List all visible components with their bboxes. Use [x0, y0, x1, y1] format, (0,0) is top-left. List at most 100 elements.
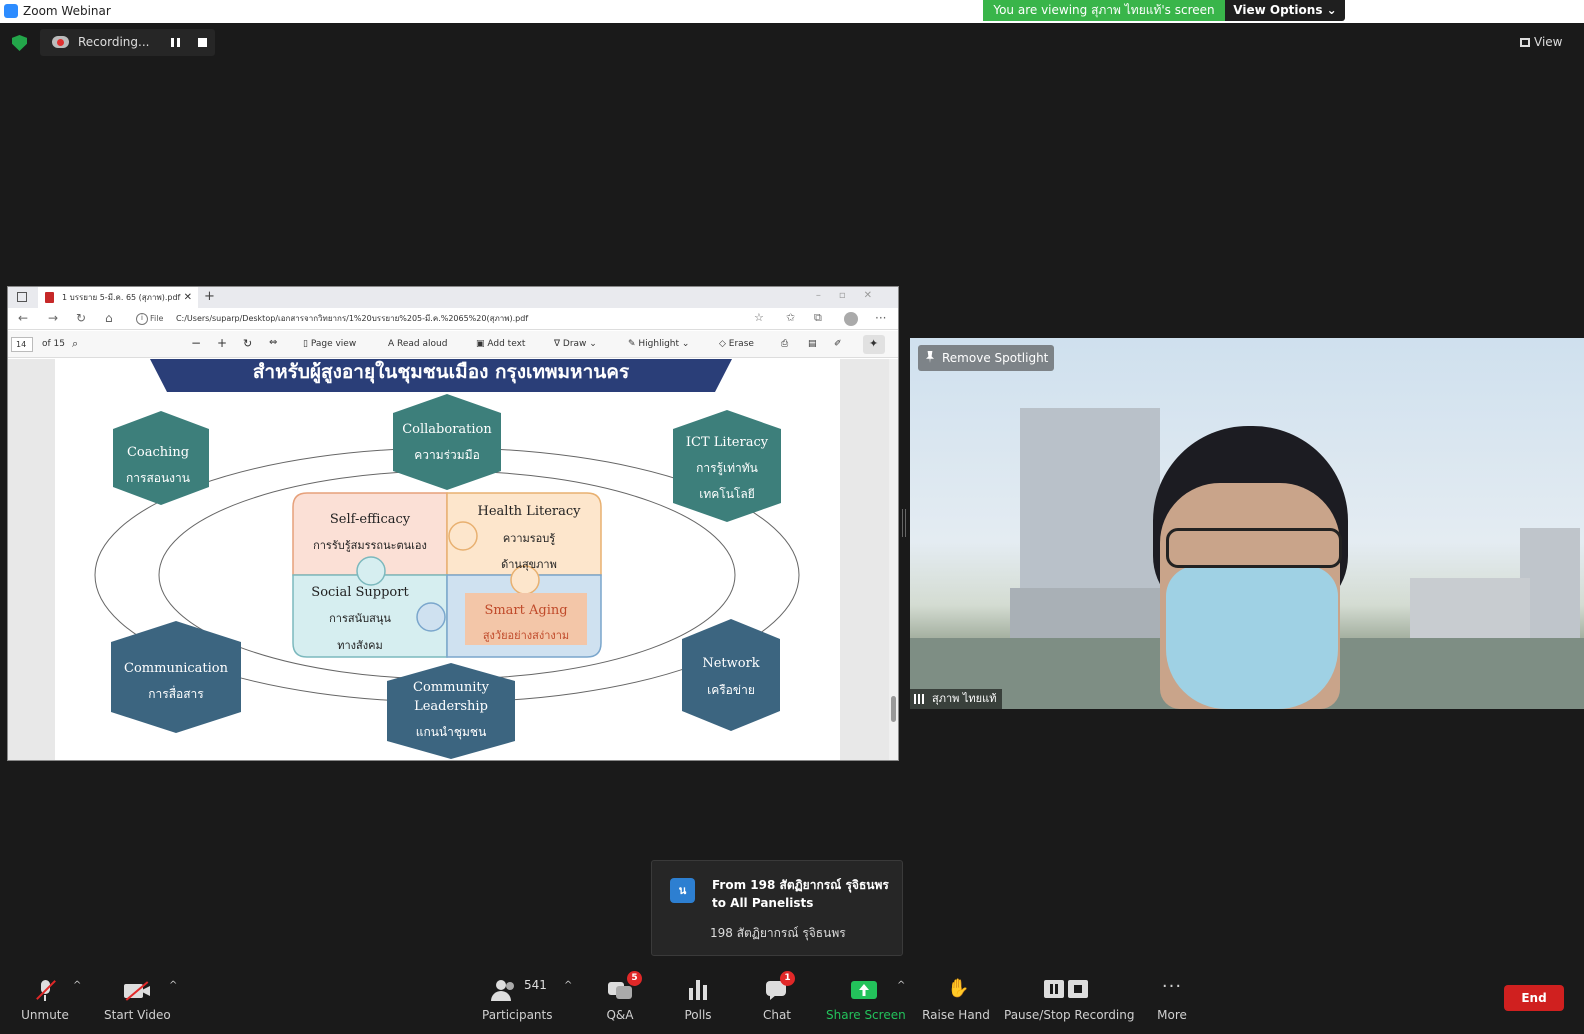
page-view-button[interactable]: ▯ Page view [303, 339, 356, 349]
raise-hand-button[interactable]: ✋ Raise Hand [922, 966, 990, 1022]
health-literacy-en: Health Literacy [478, 504, 582, 519]
home-icon[interactable]: ⌂ [105, 311, 113, 325]
back-icon[interactable]: ← [18, 311, 28, 325]
search-icon[interactable]: ⌕ [72, 337, 78, 351]
pause-recording-icon[interactable] [171, 38, 180, 47]
puzzle-knob [416, 602, 446, 632]
draw-label: Draw [562, 339, 587, 349]
coaching-th: การสอนงาน [126, 471, 190, 485]
qa-icon: 5 [608, 971, 642, 1002]
polls-icon [689, 978, 707, 1002]
pause-stop-recording-button[interactable]: Pause/Stop Recording [1004, 966, 1135, 1022]
chat-icon: 1 [766, 971, 795, 1002]
chat-notification[interactable]: น From 198 สัตฏิยากรณ์ รุจิธนพร to All P… [651, 860, 903, 956]
qa-button[interactable]: 5 Q&A [600, 966, 642, 1022]
zoom-webinar-window: Zoom Webinar You are viewing สุภาพ ไทยแท… [0, 0, 1584, 1034]
zoom-in-icon[interactable]: + [217, 336, 227, 350]
ict-literacy-th2: เทคโนโลยี [699, 487, 755, 501]
pdf-toolbar: 14 of 15 ⌕ − + ↻ ⇔ ▯ Page view A Read al… [8, 331, 898, 358]
zoom-out-icon[interactable]: − [191, 336, 201, 350]
tab-title: 1 บรรยาย 5-มี.ค. 65 (สุภาพ).pdf [62, 293, 181, 302]
remove-spotlight-button[interactable]: Remove Spotlight [918, 345, 1055, 371]
pin-toolbar-button[interactable]: ✦ [863, 335, 885, 354]
collaboration-en: Collaboration [402, 422, 492, 437]
favorites-list-icon[interactable]: ✩ [786, 311, 795, 324]
view-options-button[interactable]: View Options ⌄ [1225, 0, 1345, 21]
chat-button[interactable]: 1 Chat [757, 966, 797, 1022]
profile-icon[interactable] [844, 312, 858, 326]
scrollbar-thumb[interactable] [891, 696, 896, 722]
end-button[interactable]: End [1504, 985, 1564, 1011]
hexagon-communication [111, 621, 241, 733]
erase-button[interactable]: ◇ Erase [719, 339, 754, 349]
pin-icon [926, 351, 934, 363]
polls-button[interactable]: Polls [678, 966, 718, 1022]
save-icon[interactable]: ▤ [808, 339, 817, 349]
address-bar: ← → ↻ ⌂ File C:/Users/suparp/Desktop/เอก… [8, 308, 898, 330]
participants-options-caret[interactable]: ^ [564, 980, 572, 991]
browser-tab[interactable]: 1 บรรยาย 5-มี.ค. 65 (สุภาพ).pdf ✕ [38, 287, 198, 308]
qa-label: Q&A [606, 1008, 634, 1022]
rotate-icon[interactable]: ↻ [243, 337, 252, 350]
hexagon-network [682, 619, 780, 731]
panel-splitter-handle[interactable] [902, 509, 906, 537]
draw-button[interactable]: ∇ Draw ⌄ [554, 339, 597, 349]
participants-button[interactable]: 541 Participants [482, 966, 553, 1022]
glasses [1166, 528, 1342, 568]
refresh-icon[interactable]: ↻ [76, 311, 86, 325]
tab-actions-icon[interactable] [17, 292, 27, 302]
page-total: of 15 [42, 339, 65, 349]
highlight-button[interactable]: ✎ Highlight ⌄ [628, 339, 689, 349]
hexagon-collaboration [393, 394, 501, 490]
network-th: เครือข่าย [707, 683, 755, 697]
polls-label: Polls [684, 1008, 712, 1022]
save-as-icon[interactable]: ✐ [834, 339, 842, 349]
pdf-scrollbar[interactable] [889, 359, 898, 760]
fit-page-icon[interactable]: ⇔ [269, 337, 277, 348]
share-screen-button[interactable]: Share Screen [826, 966, 906, 1022]
chat-message: 198 สัตฏิยากรณ์ รุจิธนพร [710, 926, 846, 940]
smart-aging-th: สูงวัยอย่างสง่างาม [483, 629, 569, 642]
share-screen-icon [851, 978, 877, 1002]
audio-options-caret[interactable]: ^ [73, 980, 81, 991]
social-support-en: Social Support [311, 585, 409, 600]
sender-avatar: น [670, 878, 695, 903]
more-button[interactable]: ··· More [1152, 966, 1192, 1023]
viewing-screen-banner: You are viewing สุภาพ ไทยแท้'s screen [983, 0, 1225, 21]
slide-heading: สำหรับผู้สูงอายุในชุมชนเมือง กรุงเทพมหาน… [253, 360, 630, 384]
stop-recording-icon[interactable] [198, 38, 207, 47]
more-options-icon[interactable]: ··· [875, 311, 886, 325]
add-text-button[interactable]: ▣ Add text [476, 339, 525, 349]
url-field[interactable]: File C:/Users/suparp/Desktop/เอกสารจากวิ… [136, 311, 776, 327]
page-number-input[interactable]: 14 [11, 337, 33, 352]
ict-literacy-en: ICT Literacy [686, 435, 769, 450]
communication-th: การสื่อสาร [148, 685, 204, 701]
encryption-shield-icon[interactable] [12, 35, 27, 51]
pause-stop-label: Pause/Stop Recording [1004, 1008, 1135, 1022]
start-video-label: Start Video [104, 1008, 171, 1022]
smart-aging-en: Smart Aging [484, 603, 567, 618]
more-label: More [1157, 1008, 1187, 1022]
print-icon[interactable]: ⎙ [781, 339, 788, 349]
forward-icon[interactable]: → [48, 311, 58, 325]
window-controls[interactable]: –▫✕ [816, 290, 890, 301]
new-tab-icon[interactable]: + [204, 289, 215, 304]
recording-indicator: Recording... [40, 29, 215, 56]
raise-hand-icon: ✋ [947, 978, 970, 999]
start-video-button[interactable]: Start Video [104, 966, 171, 1022]
view-layout-button[interactable]: View [1520, 35, 1562, 49]
close-tab-icon[interactable]: ✕ [184, 287, 192, 308]
participant-name-tag: สุภาพ ไทยแท้ [910, 689, 1003, 709]
share-options-caret[interactable]: ^ [897, 980, 905, 991]
remove-spotlight-label: Remove Spotlight [942, 351, 1049, 365]
unmute-label: Unmute [21, 1008, 69, 1022]
share-screen-label: Share Screen [826, 1008, 906, 1022]
unmute-button[interactable]: Unmute [15, 966, 75, 1022]
favorite-icon[interactable]: ☆ [754, 311, 764, 324]
chat-label: Chat [762, 1008, 792, 1022]
pin-icon: ✦ [869, 337, 879, 350]
collections-icon[interactable]: ⧉ [814, 311, 822, 325]
video-options-caret[interactable]: ^ [169, 980, 177, 991]
read-aloud-button[interactable]: A Read aloud [388, 339, 447, 349]
participants-icon: 541 [490, 978, 547, 1002]
